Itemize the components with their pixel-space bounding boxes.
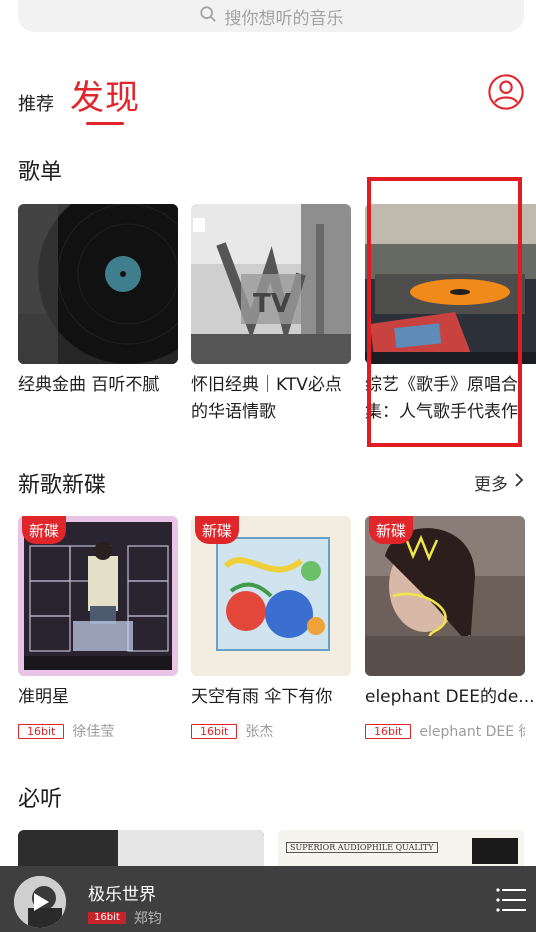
playlist-title[interactable]: 综艺《歌手》原唱合集：人气歌手代表作 xyxy=(365,372,536,426)
must-listen-card[interactable]: SUPERIOR AUDIOPHILE QUALITY xyxy=(278,830,524,870)
album-artist[interactable]: 张杰 xyxy=(245,721,273,741)
album-card[interactable]: 新碟 xyxy=(365,516,525,676)
now-playing-title[interactable]: 极乐世界 xyxy=(88,880,156,905)
playlist-cover xyxy=(365,204,536,364)
playlist-card[interactable]: TV xyxy=(191,204,351,364)
album-artist[interactable]: 徐佳莹 xyxy=(72,721,114,741)
playlist-cover xyxy=(18,204,178,364)
now-playing-artist: 郑钧 xyxy=(133,911,162,927)
chevron-right-icon xyxy=(514,472,524,493)
more-link[interactable]: 更多 xyxy=(474,470,524,495)
playlist-title[interactable]: 怀旧经典｜KTV必点的华语情歌 xyxy=(191,372,351,426)
album-meta: 16bit elephant DEE 徐... xyxy=(365,721,525,741)
banner-label: SUPERIOR AUDIOPHILE QUALITY xyxy=(286,842,438,853)
search-placeholder: 搜你想听的音乐 xyxy=(224,8,344,29)
quality-badge: 16bit xyxy=(191,723,238,739)
quality-badge: 16bit xyxy=(365,723,412,739)
album-meta: 16bit 张杰 xyxy=(191,721,351,741)
album-card[interactable]: 新碟 xyxy=(191,516,351,676)
album-cover: 新碟 xyxy=(18,516,178,676)
album-title[interactable]: elephant DEE的de... xyxy=(365,684,536,711)
album-cover: 新碟 xyxy=(365,516,525,676)
search-bar[interactable]: 搜你想听的音乐 xyxy=(18,0,524,32)
more-label: 更多 xyxy=(474,475,508,495)
playlist-title[interactable]: 经典金曲 百听不腻 xyxy=(18,372,178,399)
user-profile-icon[interactable] xyxy=(487,73,525,111)
must-listen-card[interactable] xyxy=(18,830,264,870)
now-playing-meta: 16bit 郑钧 xyxy=(88,908,162,928)
playlist-card[interactable] xyxy=(18,204,178,364)
tab-active-indicator xyxy=(86,122,124,125)
tab-discover[interactable]: 发现 xyxy=(70,70,140,119)
playlist-cover: TV xyxy=(191,204,351,364)
playlists-section-title: 歌单 xyxy=(18,160,63,185)
album-meta: 16bit 徐佳莹 xyxy=(18,721,178,741)
svg-text:TV: TV xyxy=(253,289,291,319)
album-artist[interactable]: elephant DEE 徐... xyxy=(419,721,525,741)
new-album-badge: 新碟 xyxy=(369,516,413,544)
album-cover: 新碟 xyxy=(191,516,351,676)
album-title[interactable]: 天空有雨 伞下有你 xyxy=(191,684,351,711)
new-album-badge: 新碟 xyxy=(22,516,66,544)
quality-badge: 16bit xyxy=(18,723,65,739)
quality-badge: 16bit xyxy=(88,912,126,924)
playlist-card[interactable] xyxy=(365,204,536,364)
new-album-badge: 新碟 xyxy=(195,516,239,544)
album-title[interactable]: 准明星 xyxy=(18,684,178,711)
mini-player[interactable]: 极乐世界 16bit 郑钧 xyxy=(0,866,536,932)
now-playing-cover[interactable] xyxy=(14,876,66,928)
search-icon xyxy=(199,5,217,28)
album-card[interactable]: 新碟 xyxy=(18,516,178,676)
new-albums-section-title: 新歌新碟 xyxy=(18,473,107,498)
tab-recommend[interactable]: 推荐 xyxy=(18,90,54,116)
list-icon[interactable] xyxy=(496,887,526,913)
must-listen-section-title: 必听 xyxy=(18,787,63,812)
